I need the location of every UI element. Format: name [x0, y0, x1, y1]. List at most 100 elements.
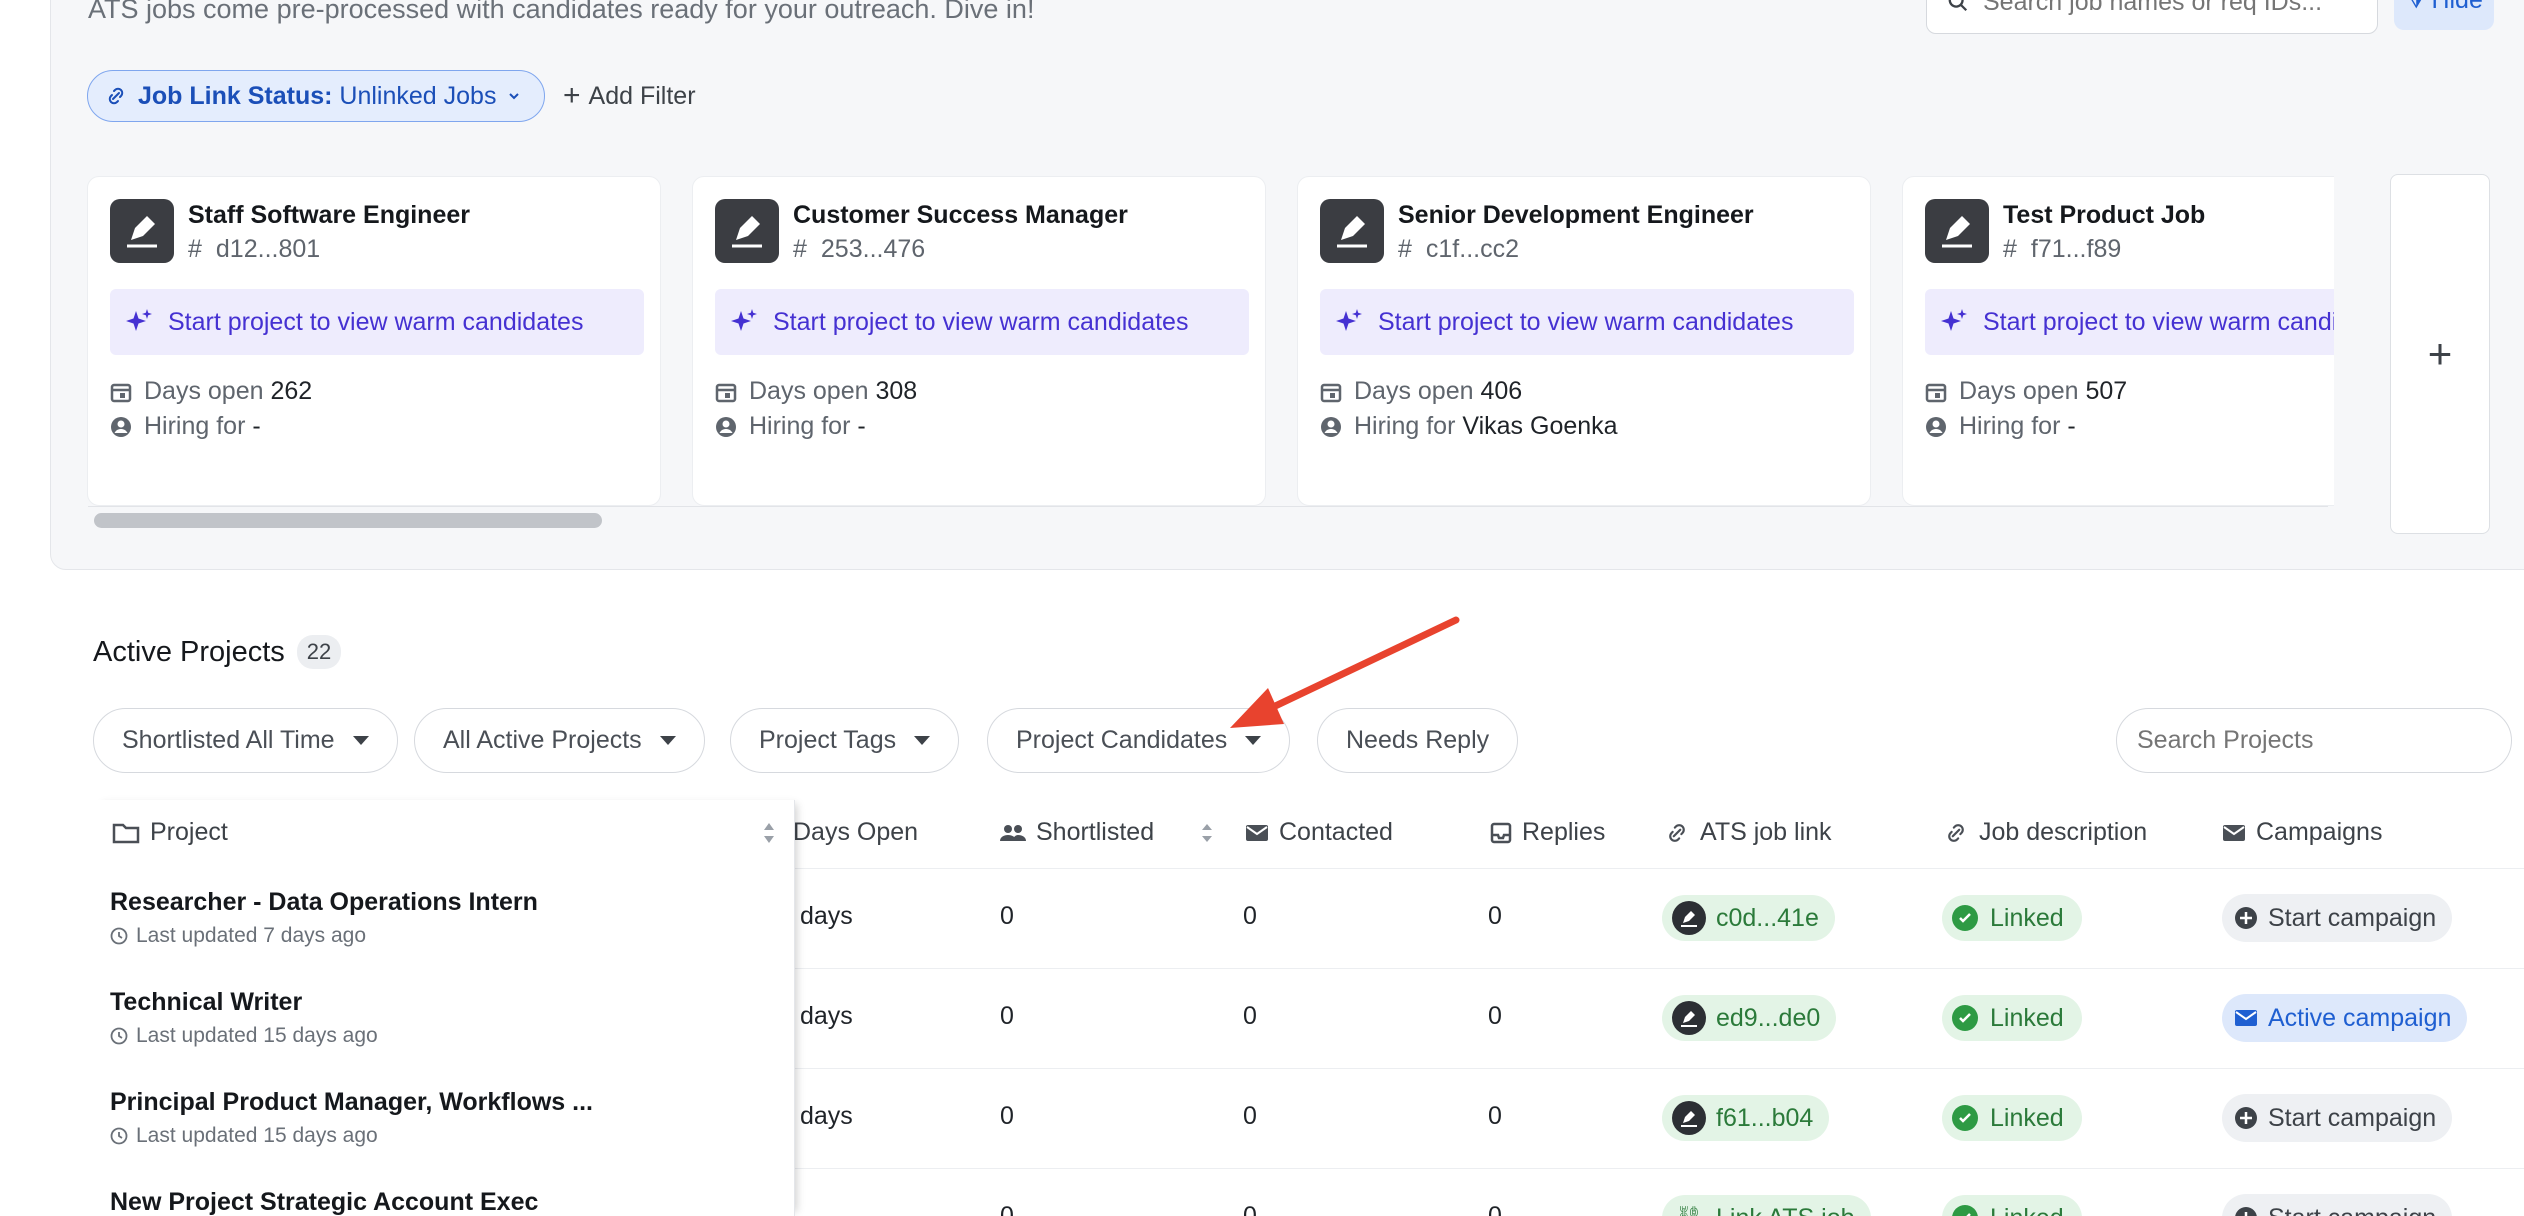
col-label: Shortlisted: [1036, 818, 1155, 846]
col-replies[interactable]: Replies: [1490, 818, 1605, 847]
ats-logo-icon: [1320, 199, 1384, 263]
linked-label: Linked: [1990, 1103, 2064, 1132]
start-campaign-button[interactable]: Start campaign: [2222, 894, 2453, 942]
hiring-for: Hiring for -: [715, 412, 866, 441]
days-open-cell: days: [800, 1102, 853, 1130]
hiring-for-label: Hiring for: [1959, 412, 2061, 440]
col-days-open[interactable]: Days Open: [793, 818, 918, 847]
project-name-link[interactable]: Researcher - Data Operations Intern: [110, 888, 538, 917]
add-job-card-button[interactable]: +: [2390, 174, 2490, 534]
project-name-link[interactable]: Technical Writer: [110, 988, 302, 1017]
start-project-button[interactable]: Start project to view warm candidates: [1320, 289, 1854, 355]
project-name-link[interactable]: New Project Strategic Account Exec: [110, 1188, 538, 1216]
col-label: ATS job link: [1700, 818, 1832, 846]
col-label: Project: [150, 818, 228, 846]
contacted-cell: 0: [1243, 1002, 1257, 1030]
annotation-arrow: [1230, 616, 1460, 728]
col-job-description[interactable]: Job description: [1943, 818, 2147, 847]
shortlisted-filter[interactable]: Shortlisted All Time: [93, 708, 398, 773]
user-circle-icon: [716, 416, 736, 437]
scrollbar-thumb[interactable]: [94, 513, 602, 528]
job-card[interactable]: Customer Success Manager #253...476 Star…: [692, 176, 1266, 506]
col-contacted[interactable]: Contacted: [1245, 818, 1393, 847]
section-title: Active Projects: [93, 635, 285, 668]
days-open-label: Days open: [144, 377, 264, 405]
ats-job-id: ed9...de0: [1716, 1003, 1821, 1032]
link-icon: ⛓: [1672, 1201, 1706, 1216]
days-open: Days open 308: [715, 377, 917, 406]
ats-logo-icon: [1672, 1001, 1706, 1035]
col-project[interactable]: Project: [112, 818, 228, 847]
hide-button[interactable]: ⧩ Hide: [2394, 0, 2494, 30]
plus-circle-icon: [2235, 1107, 2257, 1129]
last-updated-text: Last updated 15 days ago: [136, 1124, 378, 1147]
calendar-icon: [715, 383, 737, 402]
inbox-icon: [1490, 822, 1512, 843]
active-campaign-button[interactable]: Active campaign: [2222, 994, 2468, 1042]
project-tags-filter[interactable]: Project Tags: [730, 708, 960, 773]
sort-icon[interactable]: [1200, 820, 1214, 846]
days-open: Days open 262: [110, 377, 312, 406]
user-circle-icon: [1321, 416, 1341, 437]
hash-icon: #: [1398, 235, 1412, 263]
job-description-status[interactable]: Linked: [1942, 895, 2082, 941]
col-campaigns[interactable]: Campaigns: [2222, 818, 2382, 847]
hiring-for-label: Hiring for: [1354, 412, 1456, 440]
ats-job-link-chip[interactable]: ⛓ Link ATS job: [1662, 1195, 1871, 1216]
warm-candidates-label: Start project to view warm candidates: [1378, 307, 1794, 336]
active-projects-heading: Active Projects 22: [93, 635, 342, 669]
mail-icon: [2235, 1010, 2257, 1026]
col-shortlisted[interactable]: Shortlisted: [1000, 818, 1214, 847]
col-label: Job description: [1979, 818, 2148, 846]
job-card[interactable]: Staff Software Engineer # d12...801 Start…: [87, 176, 661, 506]
job-title: Customer Success Manager: [793, 201, 1128, 229]
linked-label: Linked: [1990, 903, 2064, 932]
start-project-button[interactable]: Start project to view warm candidates: [715, 289, 1249, 355]
req-id: # f71...f89: [2003, 235, 2121, 264]
people-icon: [1000, 824, 1026, 841]
active-projects-filter[interactable]: All Active Projects: [414, 708, 705, 773]
project-search-input[interactable]: [2137, 726, 2497, 755]
ats-job-id: Link ATS job: [1716, 1204, 1855, 1216]
last-updated: Last updated 15 days ago: [110, 1124, 378, 1148]
project-search-field[interactable]: [2116, 708, 2512, 773]
hiring-for-label: Hiring for: [749, 412, 851, 440]
ats-job-link-chip[interactable]: f61...b04: [1662, 1095, 1830, 1141]
calendar-icon: [110, 383, 132, 402]
hiring-for-value: -: [2067, 412, 2076, 440]
start-campaign-button[interactable]: Start campaign: [2222, 1094, 2453, 1142]
ats-job-link-chip[interactable]: c0d...41e: [1662, 895, 1835, 941]
hiring-for: Hiring for -: [110, 412, 261, 441]
col-ats-job-link[interactable]: ATS job link: [1664, 818, 1832, 847]
job-card[interactable]: Test Product Job # f71...f89 Start projec…: [1902, 176, 2334, 506]
days-open-value: 262: [270, 377, 313, 405]
project-name-link[interactable]: Principal Product Manager, Workflows ...: [110, 1088, 593, 1117]
ats-logo-icon: [1672, 1101, 1706, 1135]
start-campaign-button[interactable]: Start campaign: [2222, 1194, 2453, 1216]
job-description-status[interactable]: Linked: [1942, 1195, 2082, 1216]
warm-candidates-label: Start project to view warm candidates: [1983, 307, 2334, 336]
ats-job-link-chip[interactable]: ed9...de0: [1662, 995, 1837, 1041]
job-card[interactable]: Senior Development Engineer # c1f...cc2 S…: [1297, 176, 1871, 506]
sort-icon[interactable]: [762, 818, 776, 848]
days-open-label: Days open: [1959, 377, 2079, 405]
job-description-status[interactable]: Linked: [1942, 995, 2082, 1041]
contacted-cell: 0: [1243, 902, 1257, 930]
clock-icon: [110, 927, 128, 945]
caret-down-icon: [914, 736, 931, 745]
days-open-label: Days open: [749, 377, 869, 405]
hiring-for-value: -: [252, 412, 261, 440]
req-id: # c1f...cc2: [1398, 235, 1519, 264]
start-project-button[interactable]: Start project to view warm candidates: [1925, 289, 2334, 355]
caret-down-icon: [352, 736, 369, 745]
shortlisted-cell: 0: [1000, 1002, 1014, 1030]
sparkle-icon: [1336, 309, 1362, 331]
job-description-status[interactable]: Linked: [1942, 1095, 2082, 1141]
hash-icon: #: [2003, 235, 2017, 263]
start-project-button[interactable]: Start project to view warm candidates: [110, 289, 644, 355]
req-id-value: d12...801: [215, 235, 321, 263]
pill-label: All Active Projects: [443, 726, 642, 754]
warm-candidates-label: Start project to view warm candidates: [773, 307, 1189, 336]
linked-label: Linked: [1990, 1003, 2064, 1032]
campaign-label: Start campaign: [2268, 1103, 2437, 1132]
